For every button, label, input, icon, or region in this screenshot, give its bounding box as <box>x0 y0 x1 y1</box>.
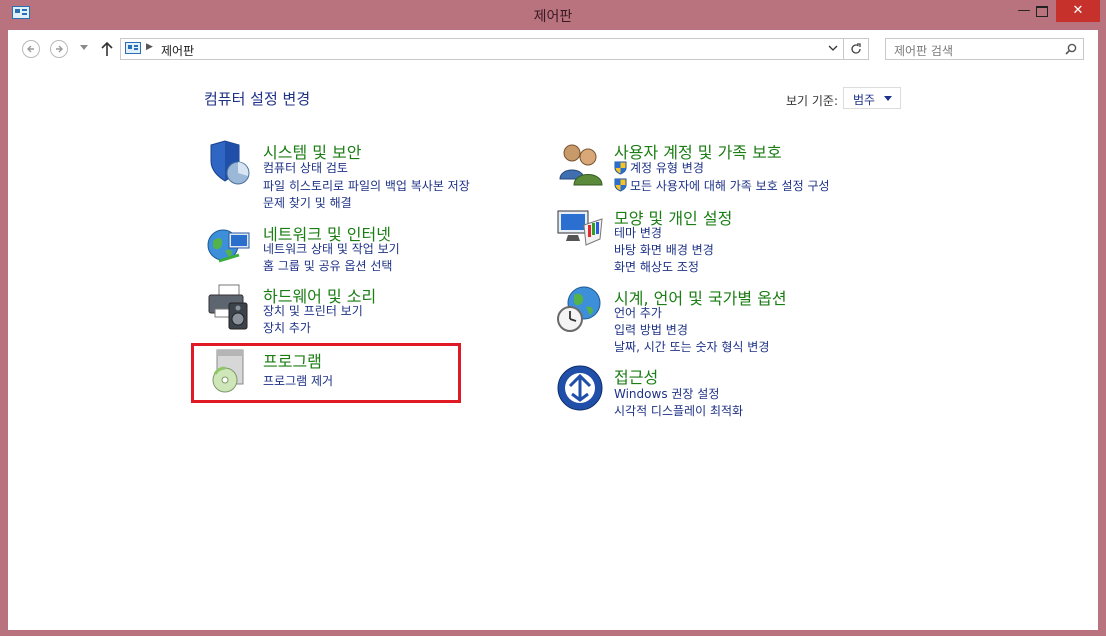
forward-button[interactable] <box>50 40 68 58</box>
link-adjust-screen-resolution[interactable]: 화면 해상도 조정 <box>614 258 699 275</box>
link-windows-recommended-settings[interactable]: Windows 권장 설정 <box>614 385 719 402</box>
category-ease-of-access: 접근성 Windows 권장 설정 시각적 디스플레이 최적화 <box>556 364 876 419</box>
link-change-account-type[interactable]: 계정 유형 변경 <box>630 159 704 176</box>
users-icon[interactable] <box>556 139 604 187</box>
category-network-internet: 네트워크 및 인터넷 네트워크 상태 및 작업 보기 홈 그룹 및 공유 옵션 … <box>205 221 525 273</box>
control-panel-content: ▶ 제어판 제어판 검색 컴퓨터 설정 변경 보기 기준: 범주 시스템 및 보… <box>8 30 1098 630</box>
recent-locations-dropdown[interactable] <box>80 45 88 50</box>
search-icon[interactable] <box>1065 43 1077 55</box>
breadcrumb-control-panel[interactable]: 제어판 <box>161 42 194 59</box>
search-placeholder: 제어판 검색 <box>894 44 954 58</box>
uac-shield-icon <box>614 178 627 192</box>
link-file-history-backup[interactable]: 파일 히스토리로 파일의 백업 복사본 저장 <box>263 177 470 194</box>
link-optimize-visual-display[interactable]: 시각적 디스플레이 최적화 <box>614 402 743 419</box>
printer-speaker-icon[interactable] <box>205 283 253 331</box>
link-homegroup-sharing[interactable]: 홈 그룹 및 공유 옵션 선택 <box>263 257 392 274</box>
link-change-input-method[interactable]: 입력 방법 변경 <box>614 321 688 338</box>
dropdown-caret-icon <box>884 96 892 101</box>
desktop-bottom-strip <box>0 636 1106 642</box>
category-system-security: 시스템 및 보안 컴퓨터 상태 검토 파일 히스토리로 파일의 백업 복사본 저… <box>205 139 525 211</box>
link-review-computer-status[interactable]: 컴퓨터 상태 검토 <box>263 159 348 176</box>
address-bar[interactable]: ▶ 제어판 <box>120 38 869 60</box>
view-by-value: 범주 <box>853 93 876 107</box>
programs-highlight-box <box>191 343 461 403</box>
page-title: 컴퓨터 설정 변경 <box>204 90 311 108</box>
link-add-device[interactable]: 장치 추가 <box>263 319 311 336</box>
breadcrumb-separator-icon[interactable]: ▶ <box>146 42 153 52</box>
refresh-icon <box>851 43 861 54</box>
window-frame: 제어판 — ✕ ▶ 제어판 제어판 검색 컴퓨터 설정 변경 보기 기준: 범주… <box>0 0 1106 636</box>
window-title: 제어판 <box>533 9 573 25</box>
close-button[interactable]: ✕ <box>1056 0 1100 22</box>
link-change-date-time-number-format[interactable]: 날짜, 시간 또는 숫자 형식 변경 <box>614 338 769 355</box>
search-input[interactable]: 제어판 검색 <box>885 38 1084 60</box>
maximize-button[interactable] <box>1036 6 1048 17</box>
shield-icon[interactable] <box>205 139 253 187</box>
link-change-desktop-background[interactable]: 바탕 화면 배경 변경 <box>614 241 714 258</box>
clock-globe-icon[interactable] <box>556 285 604 333</box>
category-clock-language-region: 시계, 언어 및 국가별 옵션 언어 추가 입력 방법 변경 날짜, 시간 또는… <box>556 285 876 355</box>
view-by-dropdown[interactable]: 범주 <box>843 87 901 109</box>
link-troubleshoot[interactable]: 문제 찾기 및 해결 <box>263 194 352 211</box>
category-appearance: 모양 및 개인 설정 테마 변경 바탕 화면 배경 변경 화면 해상도 조정 <box>556 205 876 275</box>
network-globe-icon[interactable] <box>205 221 253 269</box>
monitor-palette-icon[interactable] <box>556 205 604 253</box>
link-network-status-tasks[interactable]: 네트워크 상태 및 작업 보기 <box>263 240 400 257</box>
forward-arrow-icon <box>56 45 63 53</box>
accessibility-icon[interactable] <box>556 364 604 412</box>
refresh-button[interactable] <box>843 39 868 59</box>
back-button[interactable] <box>22 40 40 58</box>
link-devices-printers[interactable]: 장치 및 프린터 보기 <box>263 302 363 319</box>
category-hardware-sound: 하드웨어 및 소리 장치 및 프린터 보기 장치 추가 <box>205 283 525 335</box>
minimize-button[interactable]: — <box>1010 0 1038 22</box>
view-by-label: 보기 기준: <box>786 94 839 108</box>
category-user-accounts: 사용자 계정 및 가족 보호 계정 유형 변경 모든 사용자에 대해 가족 보호… <box>556 139 886 195</box>
control-panel-icon <box>125 42 141 54</box>
back-arrow-icon <box>27 45 34 53</box>
link-add-language[interactable]: 언어 추가 <box>614 304 662 321</box>
chevron-down-icon[interactable] <box>828 43 838 53</box>
link-family-safety-all-users[interactable]: 모든 사용자에 대해 가족 보호 설정 구성 <box>630 177 830 194</box>
title-bar[interactable]: 제어판 — ✕ <box>0 0 1106 32</box>
up-arrow-icon[interactable] <box>100 40 114 58</box>
uac-shield-icon <box>614 161 627 175</box>
link-change-theme[interactable]: 테마 변경 <box>614 224 662 241</box>
